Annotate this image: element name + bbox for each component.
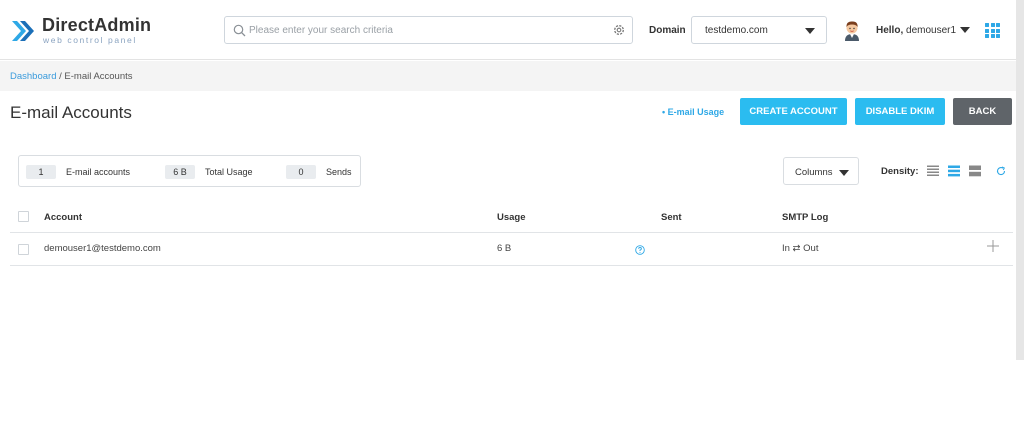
- help-circle-icon[interactable]: [635, 245, 645, 255]
- search-box: [224, 16, 633, 44]
- domain-value: testdemo.com: [705, 25, 768, 36]
- stat-usage-label: Total Usage: [205, 167, 253, 177]
- user-greeting[interactable]: Hello, demouser1: [876, 25, 956, 36]
- stat-accounts-label: E-mail accounts: [66, 167, 131, 177]
- back-button[interactable]: BACK: [953, 98, 1012, 125]
- domain-label: Domain: [649, 25, 686, 36]
- stat-sends-label: Sends: [326, 167, 352, 177]
- plus-icon[interactable]: [987, 240, 999, 252]
- column-header-usage[interactable]: Usage: [497, 212, 526, 223]
- density-label: Density:: [881, 166, 919, 177]
- usage-cell: 6 B: [497, 243, 512, 254]
- breadcrumb: Dashboard / E-mail Accounts: [10, 71, 133, 82]
- breadcrumb-current: E-mail Accounts: [64, 71, 133, 82]
- user-menu-caret-icon[interactable]: [960, 27, 970, 33]
- refresh-icon[interactable]: [996, 166, 1006, 176]
- column-header-sent[interactable]: Sent: [661, 212, 682, 223]
- caret-down-icon: [805, 28, 815, 34]
- caret-down-icon: [839, 170, 849, 176]
- stat-usage-value: 6 B: [165, 165, 195, 179]
- columns-label: Columns: [795, 167, 833, 178]
- top-header: DirectAdmin web control panel Domain tes…: [0, 0, 1016, 60]
- logo-tagline: web control panel: [43, 35, 137, 45]
- vertical-scrollbar[interactable]: [1016, 0, 1024, 360]
- logo-mark-icon: [12, 21, 34, 41]
- directadmin-logo[interactable]: DirectAdmin web control panel: [10, 14, 160, 48]
- breadcrumb-dashboard-link[interactable]: Dashboard: [10, 71, 56, 82]
- breadcrumb-bar: Dashboard / E-mail Accounts: [0, 61, 1016, 91]
- stats-summary: 1 E-mail accounts 6 B Total Usage 0 Send…: [18, 155, 361, 187]
- table-row: demouser1@testdemo.com 6 B In ⇄ Out: [10, 233, 1013, 266]
- smtp-log-cell[interactable]: In ⇄ Out: [782, 243, 818, 254]
- columns-dropdown[interactable]: Columns: [783, 157, 859, 185]
- row-checkbox[interactable]: [18, 244, 29, 255]
- logo-name: DirectAdmin: [42, 15, 152, 35]
- density-comfortable-icon[interactable]: [969, 165, 981, 177]
- username: demouser1: [906, 25, 957, 36]
- domain-select[interactable]: testdemo.com: [691, 16, 827, 44]
- disable-dkim-button[interactable]: DISABLE DKIM: [855, 98, 945, 125]
- column-header-account[interactable]: Account: [44, 212, 82, 223]
- density-compact-icon[interactable]: [927, 165, 939, 177]
- density-medium-icon[interactable]: [948, 165, 960, 177]
- create-account-button[interactable]: CREATE ACCOUNT: [740, 98, 847, 125]
- greeting-text: Hello,: [876, 25, 904, 36]
- search-input[interactable]: [249, 22, 599, 38]
- stat-accounts-value: 1: [26, 165, 56, 179]
- page-title: E-mail Accounts: [10, 103, 132, 122]
- table-header: Account Usage Sent SMTP Log: [10, 200, 1013, 233]
- email-usage-link[interactable]: • E-mail Usage: [662, 107, 724, 117]
- select-all-checkbox[interactable]: [18, 211, 29, 222]
- search-icon: [233, 24, 246, 37]
- apps-grid-icon[interactable]: [985, 23, 1000, 38]
- account-email-cell[interactable]: demouser1@testdemo.com: [44, 243, 161, 254]
- stat-sends-value: 0: [286, 165, 316, 179]
- column-header-smtp-log[interactable]: SMTP Log: [782, 212, 828, 223]
- avatar[interactable]: [842, 19, 862, 41]
- gear-icon[interactable]: [612, 23, 626, 37]
